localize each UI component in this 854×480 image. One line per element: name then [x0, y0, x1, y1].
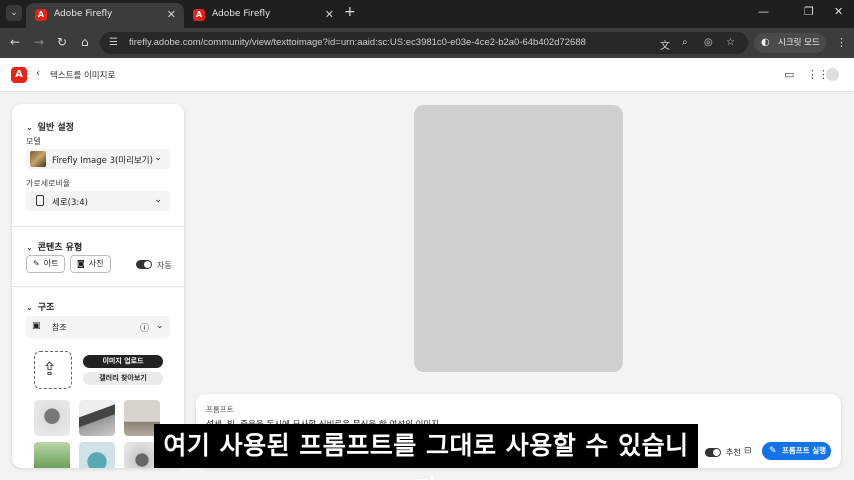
recommend-info-icon[interactable]: ⊟: [744, 446, 752, 456]
video-subtitle: 여기 사용된 프롬프트를 그대로 사용할 수 있습니다: [154, 424, 698, 480]
reference-icon: ▣: [32, 321, 41, 331]
upload-image-icon: ⇪: [42, 359, 58, 380]
image-preview-placeholder: [414, 105, 623, 372]
browser-tab-2[interactable]: A Adobe Firefly ✕: [184, 3, 342, 28]
gallery-thumbnail[interactable]: [79, 400, 115, 436]
breadcrumb[interactable]: 텍스트를 이미지로: [50, 69, 115, 81]
divider: [12, 226, 184, 227]
section-general[interactable]: ⌄ 일반 설정: [26, 120, 74, 133]
ratio-label: 가로세로비율: [26, 179, 71, 188]
auto-toggle[interactable]: [136, 260, 152, 269]
restore-icon[interactable]: ❐: [804, 5, 814, 18]
adobe-logo-icon[interactable]: A: [11, 67, 27, 83]
translate-icon[interactable]: 文: [660, 37, 670, 52]
gallery-thumbnail[interactable]: [34, 442, 70, 468]
forward-icon[interactable]: →: [34, 35, 44, 49]
model-value: Firefly Image 3(미리보기): [52, 156, 153, 166]
image-drop-zone[interactable]: ⇪: [34, 351, 72, 389]
feedback-icon[interactable]: ▭: [784, 68, 794, 81]
close-tab-icon[interactable]: ✕: [167, 8, 176, 21]
close-window-icon[interactable]: ✕: [834, 5, 843, 18]
browse-gallery-button[interactable]: 갤러리 찾아보기: [83, 372, 163, 385]
bookmark-star-icon[interactable]: ☆: [726, 37, 735, 48]
minimize-icon[interactable]: —: [758, 5, 769, 18]
incognito-icon: ◐: [761, 37, 770, 48]
sparkle-edit-icon: ✎: [769, 446, 777, 456]
upload-image-button[interactable]: 이미지 업로드: [83, 355, 163, 368]
divider: [12, 286, 184, 287]
chevron-down-icon: ⌄: [156, 321, 164, 331]
close-tab-icon[interactable]: ✕: [325, 8, 334, 21]
chevron-down-icon: ⌄: [154, 195, 162, 205]
aspect-ratio-select[interactable]: 세로(3:4) ⌄: [26, 191, 170, 211]
chevron-down-icon: ⌄: [26, 243, 33, 252]
recommend-label: 추천: [726, 448, 741, 457]
home-icon[interactable]: ⌂: [81, 35, 89, 49]
section-content-type[interactable]: ⌄ 콘텐츠 유형: [26, 240, 82, 253]
section-structure[interactable]: ⌄ 구조: [26, 300, 54, 313]
site-info-icon[interactable]: ☰: [109, 37, 118, 48]
back-chevron-icon[interactable]: ‹: [36, 68, 40, 79]
model-select[interactable]: Firefly Image 3(미리보기) ⌄: [26, 149, 170, 169]
tab-title: Adobe Firefly: [54, 9, 113, 19]
gallery-thumbnail[interactable]: [79, 442, 115, 468]
settings-panel: ⌄ 일반 설정 모델 Firefly Image 3(미리보기) ⌄ 가로세로비율…: [12, 104, 184, 468]
chevron-down-icon: ⌄: [26, 123, 33, 132]
camera-icon: ◙: [77, 259, 85, 268]
ratio-value: 세로(3:4): [52, 198, 88, 208]
auto-label: 자동: [157, 261, 172, 270]
tab-title: Adobe Firefly: [212, 9, 271, 19]
address-bar[interactable]: ☰ firefly.adobe.com/community/view/textt…: [100, 32, 748, 54]
photo-button[interactable]: ◙ 사진: [70, 255, 111, 273]
art-button[interactable]: ✎ 아트: [26, 255, 66, 273]
back-icon[interactable]: ←: [10, 35, 20, 49]
run-prompt-button[interactable]: ✎ 프롬프트 실행: [762, 442, 831, 460]
tab-search-button[interactable]: ⌄: [6, 5, 22, 21]
model-label: 모델: [26, 137, 41, 146]
browser-tab-1[interactable]: A Adobe Firefly ✕: [26, 3, 184, 28]
reference-select[interactable]: ▣ 참조 ⓘ ⌄: [26, 316, 170, 338]
chevron-down-icon: ⌄: [26, 303, 33, 312]
recommend-toggle[interactable]: [705, 448, 721, 457]
reference-label: 참조: [52, 323, 67, 332]
browser-tab-bar: ⌄ A Adobe Firefly ✕ A Adobe Firefly ✕ + …: [0, 0, 854, 28]
gallery-thumbnail[interactable]: [34, 400, 70, 436]
eye-off-icon[interactable]: ◎: [704, 37, 713, 48]
avatar[interactable]: [826, 68, 839, 81]
chevron-down-icon: ⌄: [154, 153, 162, 163]
adobe-favicon-icon: A: [35, 9, 47, 21]
incognito-indicator[interactable]: ◐ 시크릿 모드: [754, 33, 826, 53]
portrait-ratio-icon: [36, 195, 44, 206]
zoom-icon[interactable]: ⌕: [682, 37, 688, 48]
model-thumbnail: [30, 151, 46, 167]
more-menu-icon[interactable]: ⋮: [836, 36, 847, 49]
browser-toolbar: ← → ↻ ⌂ ☰ firefly.adobe.com/community/vi…: [0, 28, 854, 58]
app-header: A ‹ 텍스트를 이미지로 ▭ ⋮⋮⋮: [0, 58, 854, 92]
adobe-favicon-icon: A: [193, 9, 205, 21]
art-icon: ✎: [33, 259, 40, 268]
info-icon[interactable]: ⓘ: [140, 321, 149, 334]
reload-icon[interactable]: ↻: [57, 35, 67, 49]
new-tab-icon[interactable]: +: [344, 4, 356, 20]
incognito-label: 시크릿 모드: [778, 38, 820, 48]
url-text: firefly.adobe.com/community/view/texttoi…: [129, 37, 586, 48]
prompt-label: 프롬프트: [206, 405, 234, 414]
